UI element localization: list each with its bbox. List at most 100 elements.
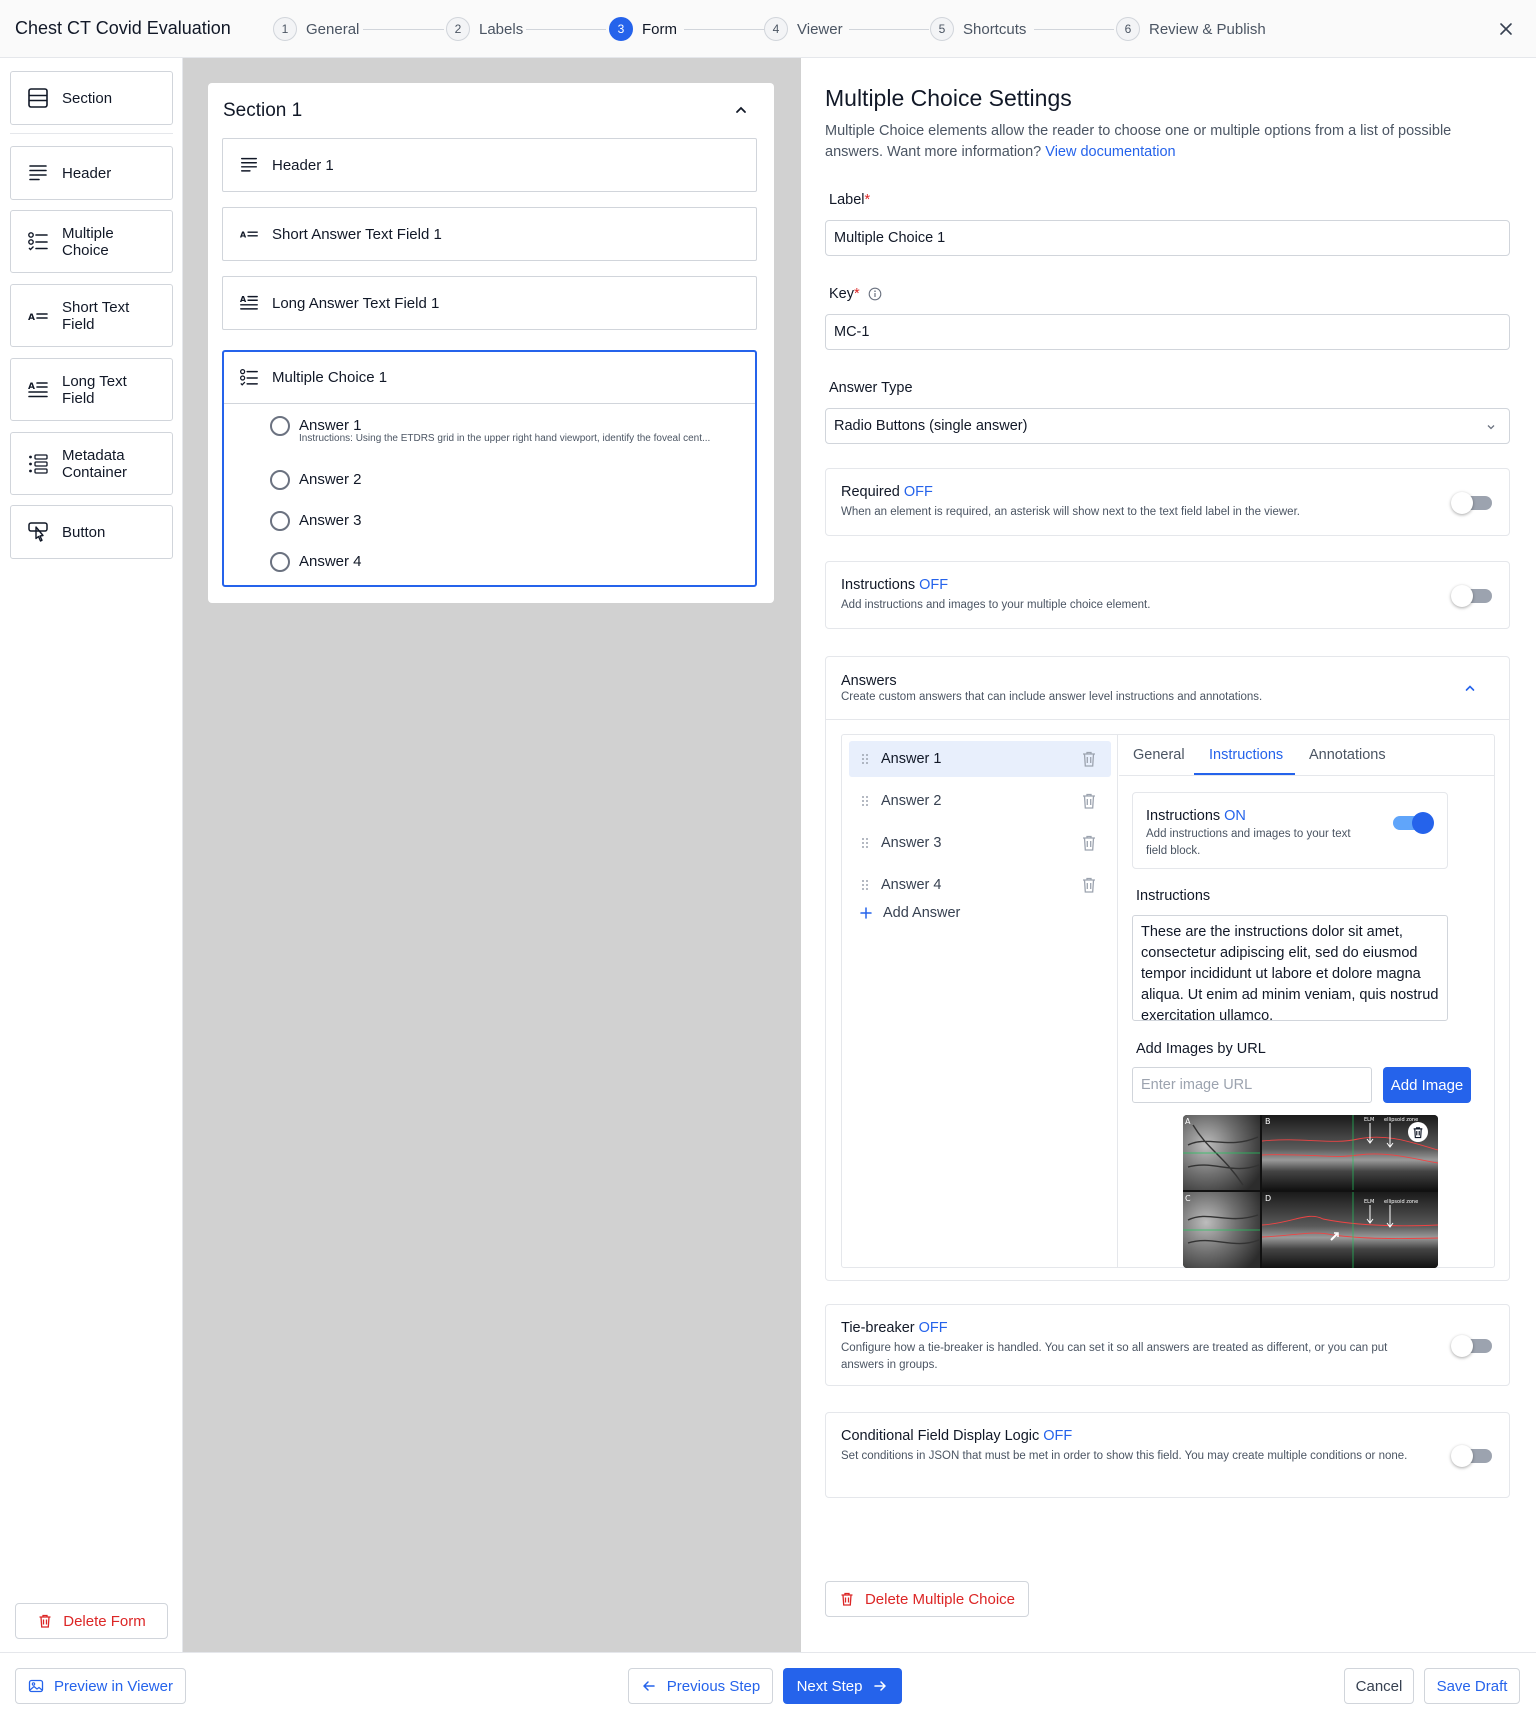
answer-type-select[interactable]: Radio Buttons (single answer): [825, 408, 1510, 444]
step-form[interactable]: 3 Form: [609, 17, 677, 41]
form-element-label: Multiple Choice 1: [272, 369, 388, 386]
palette-metadata-container[interactable]: Metadata Container: [10, 432, 173, 495]
previous-step-label: Previous Step: [666, 1677, 761, 1695]
radio-label: Answer 4: [299, 553, 362, 570]
radio-button[interactable]: [270, 470, 290, 490]
required-switch[interactable]: [1451, 492, 1492, 514]
divider: [826, 719, 1509, 720]
oct-annotation: ELM: [1364, 1117, 1374, 1123]
toggle-title: Tie-breaker OFF: [841, 1320, 948, 1336]
step-shortcuts[interactable]: 5 Shortcuts: [930, 17, 1026, 41]
save-draft-button[interactable]: Save Draft: [1424, 1668, 1520, 1704]
step-connector: [526, 29, 606, 30]
svg-text:A: A: [28, 382, 35, 392]
trash-icon: [37, 1613, 53, 1629]
drag-handle-icon[interactable]: [861, 795, 869, 807]
toggle-description: Add instructions and images to your mult…: [841, 599, 1151, 611]
form-element-short-text[interactable]: A Short Answer Text Field 1: [222, 207, 757, 261]
required-asterisk: *: [864, 192, 871, 208]
instructions-switch[interactable]: [1451, 585, 1492, 607]
answer-list-item[interactable]: Answer 3: [849, 825, 1111, 861]
top-bar: Chest CT Covid Evaluation 1 General 2 La…: [0, 0, 1536, 58]
answer-list-item[interactable]: Answer 2: [849, 783, 1111, 819]
palette-button[interactable]: Button: [10, 505, 173, 559]
chevron-up-icon[interactable]: [1463, 681, 1477, 695]
answer-instructions-text: Instructions: Using the ETDRS grid in th…: [299, 433, 711, 444]
palette-multiple-choice[interactable]: Multiple Choice: [10, 210, 173, 273]
step-general[interactable]: 1 General: [273, 17, 359, 41]
step-viewer[interactable]: 4 Viewer: [764, 17, 843, 41]
answer-list-item[interactable]: Answer 4: [849, 867, 1111, 903]
info-icon[interactable]: [868, 287, 882, 301]
delete-multiple-choice-button[interactable]: Delete Multiple Choice: [825, 1581, 1029, 1617]
section-card[interactable]: Section 1 Header 1 A Short Answer Text F…: [208, 83, 774, 603]
step-connector: [363, 29, 444, 30]
palette-long-text[interactable]: A Long Text Field: [10, 358, 173, 421]
multiple-choice-header[interactable]: Multiple Choice 1: [224, 352, 755, 404]
preview-in-viewer-button[interactable]: Preview in Viewer: [15, 1668, 186, 1704]
switch-knob: [1451, 492, 1473, 514]
step-review-publish[interactable]: 6 Review & Publish: [1116, 17, 1266, 41]
chevron-up-icon[interactable]: [733, 102, 749, 118]
drag-handle-icon[interactable]: [861, 753, 869, 765]
tiebreaker-switch[interactable]: [1451, 1335, 1492, 1357]
tab-annotations[interactable]: Annotations: [1309, 747, 1386, 763]
trash-icon[interactable]: [1081, 750, 1097, 768]
label-field-label-text: Label: [829, 192, 865, 208]
drag-handle-icon[interactable]: [861, 879, 869, 891]
close-icon[interactable]: [1496, 19, 1516, 39]
answers-title: Answers: [841, 673, 897, 689]
short-text-icon: A: [239, 224, 259, 244]
delete-form-button[interactable]: Delete Form: [15, 1603, 168, 1639]
instructions-textarea[interactable]: These are the instructions dolor sit ame…: [1132, 915, 1448, 1024]
image-url-input[interactable]: Enter image URL: [1132, 1067, 1372, 1103]
toggle-title-text: Instructions: [841, 577, 916, 593]
active-tab-indicator: [1194, 773, 1295, 775]
form-element-long-text[interactable]: A Long Answer Text Field 1: [222, 276, 757, 330]
tab-instructions[interactable]: Instructions: [1209, 747, 1283, 763]
step-labels[interactable]: 2 Labels: [446, 17, 523, 41]
radio-button[interactable]: [270, 416, 290, 436]
view-documentation-link[interactable]: View documentation: [1045, 144, 1175, 160]
tab-general[interactable]: General: [1133, 747, 1185, 763]
previous-step-button[interactable]: Previous Step: [628, 1668, 773, 1704]
trash-icon[interactable]: [1408, 1122, 1428, 1142]
answer-list-item[interactable]: Answer 1: [849, 741, 1111, 777]
toggle-description: When an element is required, an asterisk…: [841, 506, 1300, 518]
key-input[interactable]: MC-1: [825, 314, 1510, 350]
form-element-header[interactable]: Header 1: [222, 138, 757, 192]
radio-option[interactable]: Answer 2: [270, 470, 362, 490]
toggle-description: Configure how a tie-breaker is handled. …: [841, 1342, 1388, 1371]
toggle-state: OFF: [919, 577, 949, 593]
step-number: 6: [1116, 17, 1140, 41]
radio-option[interactable]: Answer 3: [270, 511, 362, 531]
palette-header[interactable]: Header: [10, 146, 173, 200]
bottom-bar: Preview in Viewer Previous Step Next Ste…: [0, 1652, 1536, 1719]
cancel-button[interactable]: Cancel: [1344, 1668, 1414, 1704]
trash-icon[interactable]: [1081, 834, 1097, 852]
trash-icon[interactable]: [1081, 792, 1097, 810]
conditional-logic-switch[interactable]: [1451, 1445, 1492, 1467]
radio-button[interactable]: [270, 552, 290, 572]
form-element-multiple-choice[interactable]: Multiple Choice 1 Answer 1 Instructions:…: [222, 350, 757, 587]
palette-item-label: Metadata Container: [62, 446, 128, 481]
palette-short-text[interactable]: A Short Text Field: [10, 284, 173, 347]
step-label: Labels: [479, 20, 524, 38]
step-label: Form: [642, 20, 677, 38]
answer-instructions-switch[interactable]: [1393, 812, 1434, 834]
radio-option[interactable]: Answer 4: [270, 552, 362, 572]
step-label: Shortcuts: [963, 20, 1027, 38]
image-icon: [28, 1678, 44, 1694]
section-icon: [27, 87, 49, 109]
add-image-button[interactable]: Add Image: [1383, 1067, 1471, 1103]
palette-section[interactable]: Section: [10, 71, 173, 125]
trash-icon[interactable]: [1081, 876, 1097, 894]
label-input[interactable]: Multiple Choice 1: [825, 220, 1510, 256]
drag-handle-icon[interactable]: [861, 837, 869, 849]
radio-button[interactable]: [270, 511, 290, 531]
answer-tabs: General Instructions Annotations: [1119, 735, 1495, 776]
add-answer-button[interactable]: Add Answer: [860, 905, 960, 921]
next-step-button[interactable]: Next Step: [783, 1668, 902, 1704]
toggle-state: OFF: [903, 484, 933, 500]
oct-image-thumbnail[interactable]: A B C D ELM ellipsoid zone ELM ellipsoid…: [1183, 1115, 1438, 1268]
